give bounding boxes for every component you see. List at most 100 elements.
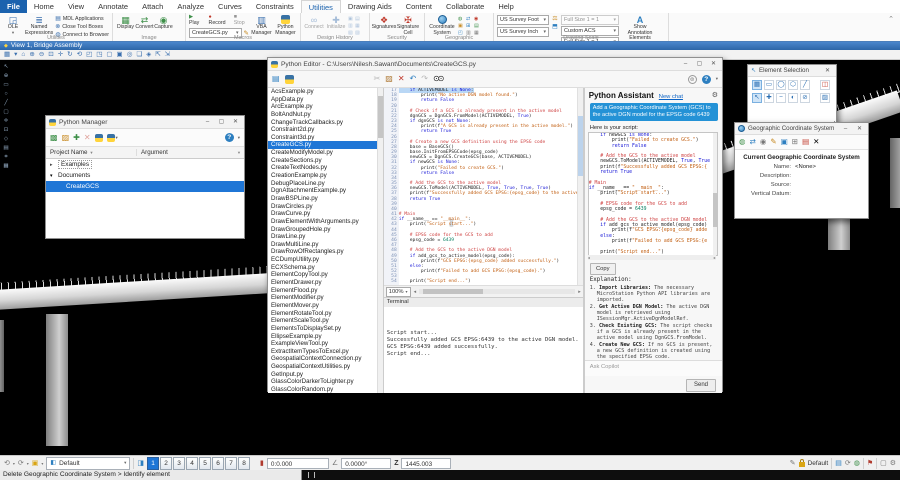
file-list-item[interactable]: Constraint3d.py	[268, 134, 383, 142]
file-list-item[interactable]: ElementRotateTool.py	[268, 310, 383, 318]
viewport-tool-icon[interactable]: ▦	[3, 163, 8, 169]
viewport-tool-icon[interactable]: ⊕	[4, 73, 9, 79]
filter-icon[interactable]: ▼	[89, 150, 93, 155]
vba-manager-button[interactable]: ▥ VBA Manager	[251, 14, 272, 36]
python-run-menu[interactable]: ▾	[107, 134, 118, 142]
unit-foot-combo[interactable]: US Survey Foot▾	[497, 15, 549, 25]
initialize-button[interactable]: ✚ Initialize	[326, 14, 346, 31]
view-tool-icon[interactable]: ◎	[127, 50, 133, 59]
ribbon-tab[interactable]: View	[61, 0, 91, 13]
expand-icon[interactable]: ▸	[50, 162, 55, 168]
file-list-item[interactable]: CreateGCS.py	[268, 141, 383, 149]
save-status-icon[interactable]: ▤	[835, 457, 842, 470]
file-list-item[interactable]: GeospatialContextConnection.py	[268, 355, 383, 363]
assistant-code-block[interactable]: if newGCS is None: print("Failed to crea…	[588, 132, 718, 256]
file-list-item[interactable]: CreateSections.py	[268, 157, 383, 165]
view-titlebar[interactable]: ◆ View 1, Bridge Assembly	[0, 42, 900, 50]
new-chat-link[interactable]: New chat	[659, 94, 683, 100]
settings-icon[interactable]: ⚙	[890, 457, 896, 470]
python-manager-titlebar[interactable]: Python Manager – ▢ ✕	[46, 116, 244, 129]
gcs-titlebar[interactable]: Geographic Coordinate System – ✕	[735, 123, 868, 135]
selection-mode-icon[interactable]: ▦	[752, 80, 762, 90]
coordinate-system-button[interactable]: Coordinate System	[428, 14, 456, 36]
viewport-tool-icon[interactable]: ○	[4, 91, 7, 97]
ribbon-tab[interactable]: Constraints	[249, 0, 301, 13]
python-manager-button[interactable]: Python Manager	[274, 14, 297, 36]
minimize-button[interactable]: –	[202, 117, 213, 127]
file-list-item[interactable]: AppData.py	[268, 96, 383, 104]
view-tool-icon[interactable]: ❏	[136, 50, 142, 59]
scroll-left-icon[interactable]: ◂	[588, 255, 590, 260]
selection-mode-icon[interactable]: ⬡	[788, 80, 798, 90]
minimize-button[interactable]: –	[840, 124, 851, 134]
file-list-item[interactable]: ExampleViewTool.py	[268, 340, 383, 348]
file-list-item[interactable]: EllipseExample.py	[268, 333, 383, 341]
gcs-tool-icon[interactable]: ◉	[760, 136, 767, 148]
file-list-item[interactable]: DrawBSPLine.py	[268, 195, 383, 203]
view-tool-icon[interactable]: ▾	[14, 50, 17, 59]
file-list-scrollbar[interactable]	[377, 88, 383, 393]
viewport-tool-icon[interactable]: ⊡	[4, 127, 9, 133]
coordinate-readout[interactable]: 0:0.000	[267, 458, 329, 469]
maximize-button[interactable]: ▢	[694, 59, 705, 69]
delete-icon[interactable]: ✕	[398, 72, 405, 86]
filter-icon[interactable]: ▼	[237, 150, 241, 155]
active-model-combo[interactable]: ◧ Default ▾	[46, 457, 130, 470]
selection-method-icon[interactable]: −	[776, 93, 786, 103]
sync-icon[interactable]: ⟳	[845, 457, 851, 470]
file-list-item[interactable]: BoltAndNut.py	[268, 111, 383, 119]
element-selection-titlebar[interactable]: ↖ Element Selection ✕	[748, 65, 836, 77]
ribbon-tab[interactable]: Drawing Aids	[341, 0, 399, 13]
viewport-tool-icon[interactable]: ▭	[3, 82, 8, 88]
tree-item-documents[interactable]: ▾ Documents	[46, 170, 244, 181]
file-list-item[interactable]: ElementFlood.py	[268, 287, 383, 295]
file-list-item[interactable]: GlassColorDarkerToLighter.py	[268, 378, 383, 386]
assistant-code-scrollbar[interactable]	[713, 133, 717, 255]
view-tool-icon[interactable]: ◰	[86, 50, 92, 59]
code-editor[interactable]: 17 if ACTIVEMODEL is None:18 print("No a…	[384, 88, 583, 285]
selection-method-icon[interactable]: ◐	[788, 93, 798, 103]
file-list-item[interactable]: DrawLine.py	[268, 233, 383, 241]
file-list-item[interactable]: GeospatialContextUtilities.py	[268, 363, 383, 371]
display-style-icon[interactable]: ▢	[880, 457, 887, 470]
file-list-item[interactable]: CreateModifyModel.py	[268, 149, 383, 157]
file-list-item[interactable]: ElementCopyTool.py	[268, 271, 383, 279]
file-list-item[interactable]: CreateTextNodes.py	[268, 164, 383, 172]
file-list-item[interactable]: ElementScaleTool.py	[268, 317, 383, 325]
close-button[interactable]: ✕	[822, 66, 833, 76]
run-script-icon[interactable]	[285, 75, 294, 84]
ribbon-button[interactable]: ⇄Convert	[135, 14, 154, 31]
signatures-button[interactable]: ❖ Signatures	[373, 14, 395, 31]
active-workset-label[interactable]: Default	[808, 460, 829, 467]
file-list-item[interactable]: ElementsToDisplaySet.py	[268, 325, 383, 333]
help-icon[interactable]: ?	[225, 133, 234, 142]
view-toggle-button[interactable]: 6	[212, 457, 224, 470]
gcs-tool-icon[interactable]: ✎	[770, 136, 776, 148]
view-tool-icon[interactable]: ▦	[4, 50, 10, 59]
scroll-right-icon[interactable]: ▸	[714, 255, 716, 260]
new-script-icon[interactable]: ▩	[50, 131, 58, 145]
cut-icon[interactable]: ✂	[374, 72, 381, 86]
selection-method-icon[interactable]: ✚	[764, 93, 774, 103]
tree-item-creategcs[interactable]: CreateGCS	[46, 181, 244, 192]
help-icon[interactable]: ?	[702, 75, 711, 84]
add-folder-icon[interactable]: ✚	[73, 131, 80, 145]
snap-lock-icon[interactable]: ▮	[260, 457, 264, 470]
column-argument[interactable]: Argument	[141, 149, 168, 156]
tab-file[interactable]: File	[0, 0, 27, 13]
scroll-left-icon[interactable]: ◂	[414, 289, 417, 295]
geo-status-icon[interactable]: ◍	[854, 457, 860, 470]
ribbon-collapse-icon[interactable]: ⌃	[888, 15, 894, 23]
zoom-select[interactable]: 100% ▾	[386, 287, 411, 297]
models-icon[interactable]: ▣	[32, 457, 39, 470]
ribbon-tab[interactable]: Content	[399, 0, 439, 13]
ask-copilot-input[interactable]: Ask Copilot	[585, 360, 722, 376]
file-list-item[interactable]: ElementMover.py	[268, 302, 383, 310]
ribbon-tab[interactable]: Annotate	[91, 0, 135, 13]
record-button[interactable]: ● Record	[209, 14, 230, 26]
file-list-item[interactable]: GlassColorRandom.py	[268, 386, 383, 393]
file-list-item[interactable]: ECDumpUtility.py	[268, 256, 383, 264]
ribbon-tab[interactable]: Attach	[135, 0, 170, 13]
selection-mode-icon[interactable]: ▭	[764, 80, 774, 90]
view-tool-icon[interactable]: ▣	[117, 50, 123, 59]
